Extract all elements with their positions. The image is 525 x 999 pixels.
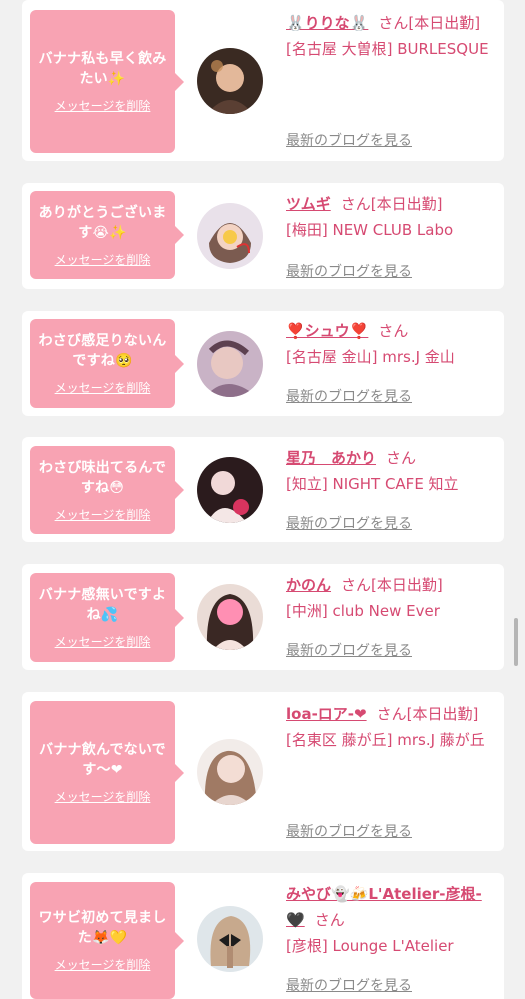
honorific: さん [378,14,409,32]
girl-info: ツムギ さん[本日出勤] [梅田] NEW CLUB Labo [286,191,498,243]
girl-info: かのん さん[本日出勤] [中洲] club New Ever [286,572,498,624]
message-bubble: バナナ感無いですよね💦 メッセージを削除 [30,573,184,662]
honorific: さん [340,195,371,213]
avatar[interactable] [197,48,263,114]
latest-blog-link[interactable]: 最新のブログを見る [286,261,412,281]
girl-name-link[interactable]: loa-ロア-❤ [286,705,367,723]
girl-info: 星乃 あかり さん [知立] NIGHT CAFE 知立 [286,445,498,497]
girl-name-link[interactable]: かのん [286,576,331,594]
girl-name-link[interactable]: ❣️シュウ❣️ [286,322,368,340]
message-card: バナナ飲んでないです〜❤ メッセージを削除 loa-ロア-❤ さん[本日出勤] [… [22,692,504,851]
message-text: バナナ私も早く飲みたい✨ [38,51,167,87]
girl-name-link[interactable]: 🐰りりな🐰 [286,14,368,32]
message-text: ありがとうございます😭✨ [38,204,167,241]
scrollbar[interactable] [514,618,518,666]
message-card: わさび感足りないんですね🥺 メッセージを削除 ❣️シュウ❣️ さん [名古屋 金山… [22,311,504,416]
message-bubble: ワサビ初めて見ました🦊💛 メッセージを削除 [30,882,184,999]
attendance-status: [本日出勤] [406,705,479,723]
message-text: わさび感足りないんですね🥺 [38,333,167,369]
message-bubble: わさび感足りないんですね🥺 メッセージを削除 [30,319,184,408]
latest-blog-link[interactable]: 最新のブログを見る [286,130,412,150]
avatar[interactable] [197,906,263,972]
shop-name: [中洲] club New Ever [286,602,440,620]
latest-blog-link[interactable]: 最新のブログを見る [286,821,412,841]
avatar[interactable] [197,584,263,650]
attendance-status: [本日出勤] [408,14,481,32]
attendance-status: [本日出勤] [370,195,443,213]
girl-info: みやび👻🍻L'Atelier-彦根-🖤 さん [彦根] Lounge L'Atel… [286,881,498,959]
delete-message-link[interactable]: メッセージを削除 [55,956,151,973]
message-bubble: バナナ私も早く飲みたい✨ メッセージを削除 [30,10,184,153]
avatar[interactable] [197,331,263,397]
message-bubble: バナナ飲んでないです〜❤ メッセージを削除 [30,701,184,844]
shop-name: [名古屋 大曽根] BURLESQUE [286,40,489,58]
delete-message-link[interactable]: メッセージを削除 [55,251,151,268]
latest-blog-link[interactable]: 最新のブログを見る [286,640,412,660]
delete-message-link[interactable]: メッセージを削除 [55,379,151,396]
avatar[interactable] [197,457,263,523]
message-text: ワサビ初めて見ました🦊💛 [38,910,167,946]
honorific: さん [341,576,372,594]
honorific: さん [386,449,417,467]
message-card: わさび味出てるんですね😳 メッセージを削除 星乃 あかり さん [知立] NIGH… [22,437,504,542]
delete-message-link[interactable]: メッセージを削除 [55,97,151,114]
delete-message-link[interactable]: メッセージを削除 [55,506,151,523]
shop-name: [知立] NIGHT CAFE 知立 [286,475,459,493]
latest-blog-link[interactable]: 最新のブログを見る [286,513,412,533]
shop-name: [彦根] Lounge L'Atelier [286,937,454,955]
girl-info: 🐰りりな🐰 さん[本日出勤] [名古屋 大曽根] BURLESQUE [286,10,498,62]
honorific: さん [376,705,407,723]
honorific: さん [378,322,409,340]
message-text: バナナ飲んでないです〜❤ [39,742,166,778]
latest-blog-link[interactable]: 最新のブログを見る [286,386,412,406]
girl-info: ❣️シュウ❣️ さん [名古屋 金山] mrs.J 金山 [286,318,498,370]
message-card: バナナ感無いですよね💦 メッセージを削除 かのん さん[本日出勤] [中洲] cl… [22,564,504,670]
message-card: バナナ私も早く飲みたい✨ メッセージを削除 🐰りりな🐰 さん[本日出勤] [名古屋… [22,0,504,161]
girl-name-link[interactable]: ツムギ [286,195,331,213]
message-text: わさび味出てるんですね😳 [38,459,167,496]
message-bubble: ありがとうございます😭✨ メッセージを削除 [30,191,184,279]
message-card: ありがとうございます😭✨ メッセージを削除 ツムギ さん[本日出勤] [梅田] N… [22,183,504,289]
shop-name: [梅田] NEW CLUB Labo [286,221,454,239]
avatar[interactable] [197,203,263,269]
message-text: バナナ感無いですよね💦 [38,587,167,623]
avatar[interactable] [197,739,263,805]
shop-name: [名東区 藤が丘] mrs.J 藤が丘 [286,731,485,749]
girl-name-link[interactable]: 星乃 あかり [286,449,376,467]
delete-message-link[interactable]: メッセージを削除 [55,788,151,805]
girl-info: loa-ロア-❤ さん[本日出勤] [名東区 藤が丘] mrs.J 藤が丘 [286,701,498,753]
message-bubble: わさび味出てるんですね😳 メッセージを削除 [30,446,184,534]
delete-message-link[interactable]: メッセージを削除 [55,633,151,650]
attendance-status: [本日出勤] [371,576,443,594]
message-card: ワサビ初めて見ました🦊💛 メッセージを削除 みやび👻🍻L'Atelier-彦根-… [22,873,504,999]
honorific: さん [314,911,345,929]
latest-blog-link[interactable]: 最新のブログを見る [286,975,412,995]
shop-name: [名古屋 金山] mrs.J 金山 [286,348,455,366]
